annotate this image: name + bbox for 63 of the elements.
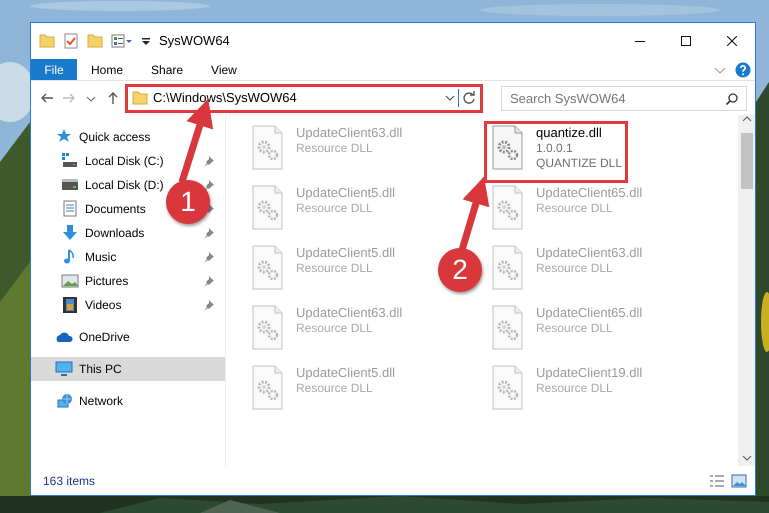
- sidebar-item[interactable]: Network: [31, 389, 225, 413]
- details-view-icon[interactable]: [709, 474, 725, 488]
- sidebar-item[interactable]: Downloads: [31, 221, 225, 245]
- close-icon[interactable]: [727, 36, 737, 46]
- file-name: UpdateClient5.dll: [296, 365, 396, 381]
- sidebar-item[interactable]: Pictures: [31, 269, 225, 293]
- film-icon: [61, 296, 79, 314]
- document-icon: [61, 200, 79, 218]
- file-name: UpdateClient19.dll: [536, 365, 642, 381]
- window-title: SysWOW64: [159, 32, 230, 50]
- ribbon-tab[interactable]: Share: [137, 59, 198, 80]
- search-icon: [725, 92, 739, 106]
- sidebar-item[interactable]: This PC: [31, 357, 225, 381]
- checklist-icon: [63, 33, 79, 49]
- file-name: UpdateClient5.dll: [296, 245, 396, 261]
- file-description: Resource DLL: [536, 381, 614, 396]
- ribbon-tab[interactable]: Home: [77, 59, 138, 80]
- file-description: Resource DLL: [296, 381, 374, 396]
- sidebar-item[interactable]: Music: [31, 245, 225, 269]
- file-description: Resource DLL: [296, 201, 374, 216]
- file-name: UpdateClient5.dll: [296, 185, 396, 201]
- network-icon: [55, 392, 73, 410]
- address-bar[interactable]: C:\Windows\SysWOW64: [127, 86, 481, 110]
- file-description: Resource DLL: [536, 321, 614, 336]
- large-icons-view-icon[interactable]: [731, 474, 747, 488]
- file-name: UpdateClient63.dll: [296, 125, 402, 141]
- file-description: QUANTIZE DLL: [536, 156, 622, 171]
- search-field[interactable]: Search SysWOW64: [501, 86, 747, 110]
- file-description: Resource DLL: [536, 201, 614, 216]
- download-icon: [61, 224, 79, 242]
- scroll-down-icon: [742, 454, 752, 462]
- picture-icon: [61, 272, 79, 290]
- file-name: UpdateClient65.dll: [536, 305, 642, 321]
- address-path: C:\Windows\SysWOW64: [153, 89, 297, 108]
- file-name: UpdateClient63.dll: [536, 245, 642, 261]
- folder-icon: [132, 90, 148, 106]
- minimize-icon[interactable]: [635, 40, 645, 42]
- properties-icon: [111, 33, 133, 49]
- scroll-thumb[interactable]: [740, 133, 752, 189]
- sidebar-item[interactable]: Local Disk (C:): [31, 149, 225, 173]
- file-description: Resource DLL: [296, 261, 374, 276]
- maximize-icon[interactable]: [681, 36, 691, 46]
- file-description: Resource DLL: [536, 261, 614, 276]
- file-description: Resource DLL: [296, 321, 374, 336]
- file-name: UpdateClient65.dll: [536, 185, 642, 201]
- file-item[interactable]: quantize.dll 1.0.0.1 QUANTIZE DLL: [486, 123, 626, 181]
- sidebar-item[interactable]: OneDrive: [31, 325, 225, 349]
- folder-icon: [87, 33, 103, 49]
- file-name: quantize.dll: [536, 125, 603, 141]
- item-count: 163 items: [43, 472, 96, 490]
- ribbon-tab[interactable]: View: [197, 59, 251, 80]
- help-icon[interactable]: [735, 62, 751, 78]
- drive-icon: [61, 152, 79, 170]
- monitor-icon: [55, 360, 73, 378]
- sidebar-item[interactable]: Quick access: [31, 125, 225, 149]
- sidebar-item[interactable]: Videos: [31, 293, 225, 317]
- folder-icon: [39, 33, 55, 49]
- file-description: Resource DLL: [296, 141, 374, 156]
- file-name: UpdateClient63.dll: [296, 305, 402, 321]
- file-version: 1.0.0.1: [536, 141, 574, 156]
- scrollbar[interactable]: [738, 115, 755, 466]
- file-menu-button[interactable]: File: [31, 59, 77, 80]
- scroll-up-icon: [742, 115, 752, 123]
